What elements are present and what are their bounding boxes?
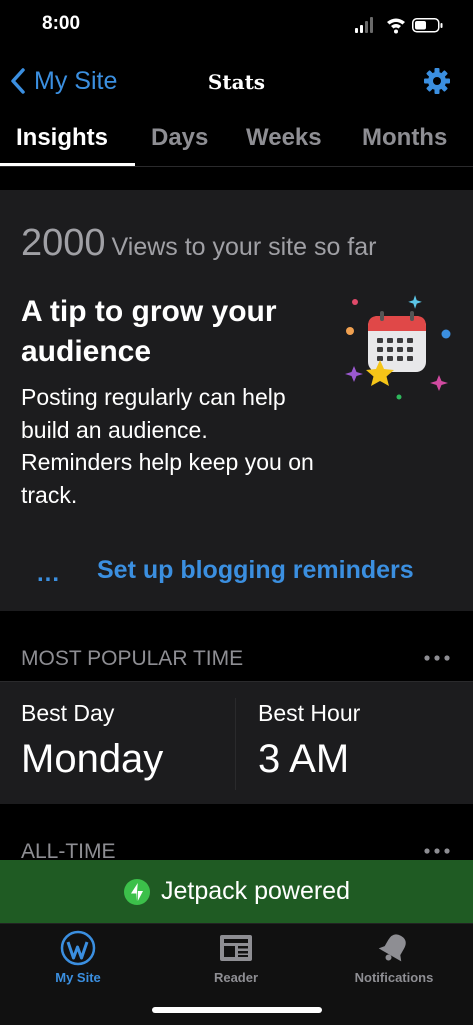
best-day-value: Monday [21, 737, 164, 781]
jetpack-icon [123, 878, 150, 905]
status-time: 8:00 [42, 13, 81, 34]
tab-days[interactable]: Days [151, 124, 208, 152]
tip-title: A tip to grow your audience [21, 295, 277, 368]
calendar-illustration-icon [345, 295, 451, 400]
most-popular-time-header: MOST POPULAR TIME [21, 647, 244, 670]
cellular-signal-icon [355, 17, 373, 33]
views-caption: Views to your site so far [111, 233, 377, 261]
views-summary: 2000 Views to your site so far [21, 222, 461, 265]
best-hour-stat: Best Hour 3 AM [258, 700, 360, 782]
stat-divider [235, 698, 236, 790]
bell-icon [378, 934, 406, 962]
wifi-icon [387, 18, 405, 34]
status-icons [355, 17, 443, 34]
navigation-bar: My Site Stats [0, 50, 473, 112]
status-bar: 8:00 [0, 0, 473, 50]
tab-insights[interactable]: Insights [16, 124, 108, 152]
tab-weeks[interactable]: Weeks [246, 124, 322, 152]
best-day-stat: Best Day Monday [21, 700, 163, 782]
best-day-label: Best Day [21, 700, 115, 726]
tabbar-reader-label: Reader [213, 970, 259, 985]
gear-icon[interactable] [423, 67, 451, 95]
period-tabs: Insights Days Weeks Months [0, 112, 473, 167]
more-horizontal-icon[interactable] [423, 846, 451, 856]
setup-reminders-link[interactable]: Set up blogging reminders [97, 556, 414, 585]
reader-icon [220, 935, 252, 961]
best-hour-label: Best Hour [258, 700, 361, 726]
most-popular-time-card: Best Day Monday Best Hour 3 AM [0, 681, 473, 804]
more-options-button[interactable]: ... [37, 560, 60, 588]
jetpack-banner-label: Jetpack powered [160, 877, 350, 905]
tab-months[interactable]: Months [362, 124, 447, 152]
jetpack-powered-banner[interactable]: Jetpack powered [0, 860, 473, 923]
views-count: 2000 [21, 222, 106, 264]
tabbar-my-site[interactable]: My Site [13, 930, 143, 985]
more-horizontal-icon[interactable] [423, 653, 451, 663]
views-tip-card: 2000 Views to your site so far A tip to g… [0, 190, 473, 611]
home-indicator [152, 1007, 322, 1013]
active-tab-indicator [0, 163, 135, 166]
tabbar-notifications[interactable]: Notifications [329, 930, 459, 985]
tabbar-my-site-label: My Site [55, 970, 101, 985]
battery-icon [412, 18, 443, 33]
back-button-label: My Site [34, 66, 118, 95]
tabbar-notifications-label: Notifications [354, 970, 434, 985]
wordpress-icon [60, 930, 96, 966]
best-hour-value: 3 AM [258, 737, 350, 781]
tip-body: Posting regularly can help build an audi… [21, 384, 314, 508]
tabbar-reader[interactable]: Reader [171, 930, 301, 985]
back-button[interactable]: My Site [10, 62, 117, 100]
chevron-left-icon [11, 68, 25, 94]
